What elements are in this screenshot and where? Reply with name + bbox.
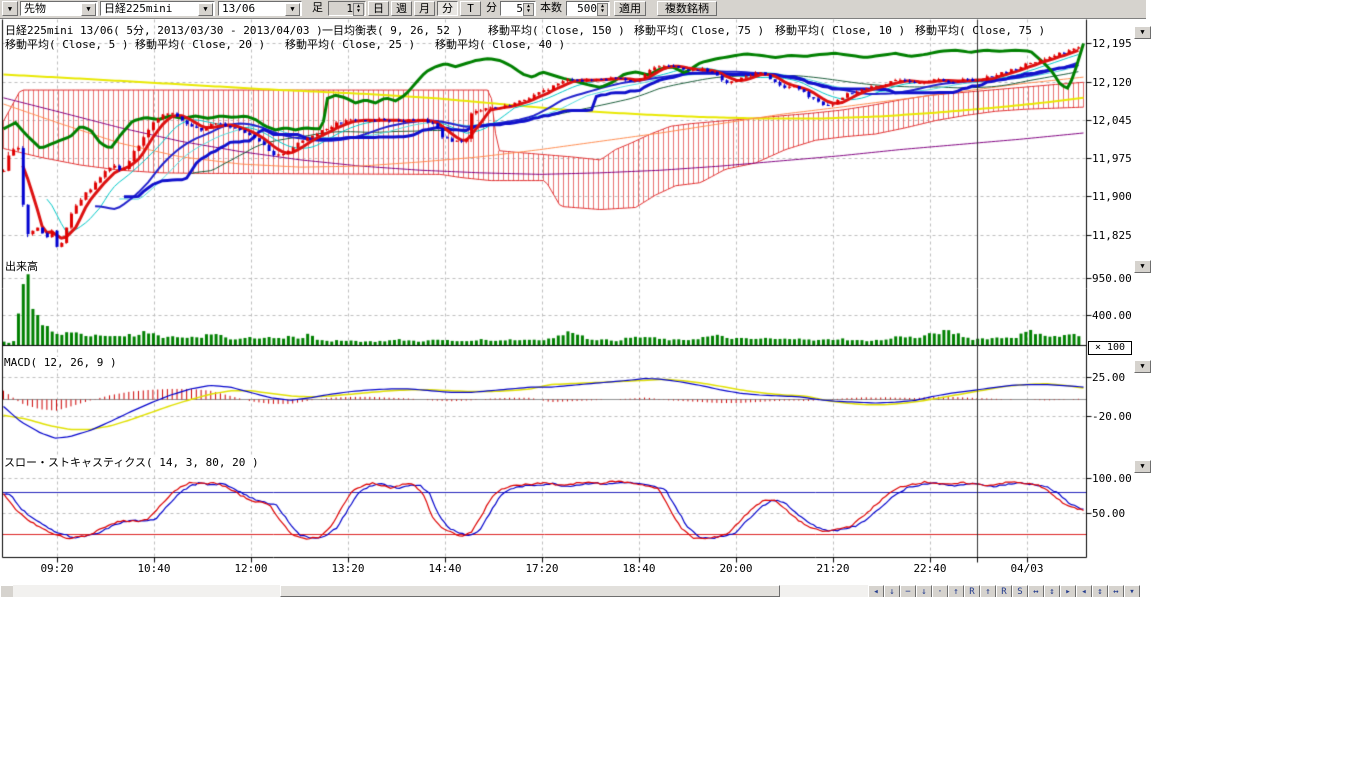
market-select[interactable]: 先物 ▼ (20, 1, 98, 16)
chart-tool-button[interactable]: ↕ (1044, 585, 1060, 597)
price-pane-menu-button[interactable]: ▼ (1134, 26, 1151, 39)
timeframe-month-button[interactable]: 月 (414, 1, 435, 16)
chart-tool-button[interactable]: ◂ (1076, 585, 1092, 597)
time-axis-label: 13:20 (331, 562, 364, 575)
stochastics-pane-label: スロー・ストキャスティクス( 14, 3, 80, 20 ) (4, 457, 259, 469)
chart-tool-button[interactable]: ↔ (1028, 585, 1044, 597)
time-axis-label: 22:40 (913, 562, 946, 575)
chart-tool-button[interactable]: R (964, 585, 980, 597)
market-select-value: 先物 (24, 2, 46, 15)
chart-tool-button[interactable]: S (1012, 585, 1028, 597)
chevron-down-icon[interactable]: ▼ (285, 3, 300, 16)
chart-tool-button[interactable]: ▾ (1124, 585, 1140, 597)
contract-select-value: 13/06 (222, 2, 255, 15)
timeframe-day-button[interactable]: 日 (368, 1, 389, 16)
chart-window: ▼ 先物 ▼ 日経225mini ▼ 13/06 ▼ 足 1 ▲▼ 日 週 月 … (0, 0, 1153, 597)
time-axis-label: 09:20 (40, 562, 73, 575)
indicator-label: 一目均衡表( 9, 26, 52 ) (322, 25, 463, 37)
macd-axis-label: -20.00 (1092, 410, 1132, 423)
indicator-label: 日経225mini 13/06( 5分, 2013/03/30 - 2013/0… (5, 25, 323, 37)
time-axis-label: 10:40 (137, 562, 170, 575)
price-axis-label: 11,975 (1092, 152, 1132, 165)
chart-tool-button[interactable]: · (932, 585, 948, 597)
bottom-scroll-row: ◂↓−↓·↑R↑RS↔↕▸◂↕↔▾ (0, 585, 1153, 597)
chart-tool-button[interactable]: ↕ (1092, 585, 1108, 597)
volume-pane-label: 出来高 (5, 261, 38, 273)
contract-select[interactable]: 13/06 ▼ (218, 1, 302, 16)
symbol-select[interactable]: 日経225mini ▼ (100, 1, 215, 16)
bar-count-label: 本数 (540, 1, 562, 16)
stoch-pane-menu-button[interactable]: ▼ (1134, 460, 1151, 473)
time-axis-label: 14:40 (428, 562, 461, 575)
toolbar-corner-dropdown-icon[interactable]: ▼ (2, 1, 18, 16)
indicator-label: 移動平均( Close, 75 ) (915, 25, 1045, 37)
spinner-icon[interactable]: ▲▼ (353, 3, 364, 16)
toolbar: ▼ 先物 ▼ 日経225mini ▼ 13/06 ▼ 足 1 ▲▼ 日 週 月 … (0, 0, 1146, 19)
time-axis-label: 04/03 (1010, 562, 1043, 575)
indicator-label: 移動平均( Close, 20 ) (135, 39, 265, 51)
apply-button[interactable]: 適用 (614, 1, 646, 16)
indicator-label: 移動平均( Close, 10 ) (775, 25, 905, 37)
bar-interval-stepper[interactable]: 1 ▲▼ (328, 1, 366, 16)
time-axis-label: 12:00 (234, 562, 267, 575)
bar-count-value: 500 (577, 2, 597, 15)
bar-interval-value: 1 (346, 2, 353, 15)
symbol-select-value: 日経225mini (104, 2, 172, 15)
minute-stepper[interactable]: 5 ▲▼ (500, 1, 536, 16)
time-axis-label: 20:00 (719, 562, 752, 575)
timeframe-week-button[interactable]: 週 (391, 1, 412, 16)
price-axis-label: 12,120 (1092, 76, 1132, 89)
volume-pane-menu-button[interactable]: ▼ (1134, 260, 1151, 273)
indicator-label: 移動平均( Close, 25 ) (285, 39, 415, 51)
time-axis-label: 18:40 (622, 562, 655, 575)
indicator-label: 移動平均( Close, 75 ) (634, 25, 764, 37)
chart-tool-button[interactable]: ▸ (1060, 585, 1076, 597)
chart-tool-button[interactable]: ↑ (980, 585, 996, 597)
minute-value: 5 (516, 2, 523, 15)
stoch-axis-label: 100.00 (1092, 472, 1132, 485)
volume-axis-label: 400.00 (1092, 309, 1132, 322)
timeframe-minute-button[interactable]: 分 (437, 1, 458, 16)
chart-tool-button[interactable]: R (996, 585, 1012, 597)
volume-multiplier-box: × 100 (1088, 341, 1132, 355)
macd-pane-menu-button[interactable]: ▼ (1134, 360, 1151, 373)
spinner-icon[interactable]: ▲▼ (597, 3, 608, 16)
chevron-down-icon[interactable]: ▼ (81, 3, 96, 16)
spinner-icon[interactable]: ▲▼ (523, 3, 534, 16)
macd-pane-label: MACD( 12, 26, 9 ) (4, 357, 117, 369)
chevron-down-icon[interactable]: ▼ (198, 3, 213, 16)
timeframe-tick-button[interactable]: T (460, 1, 481, 16)
stoch-axis-label: 50.00 (1092, 507, 1125, 520)
chart-tool-button[interactable]: ↑ (948, 585, 964, 597)
scrollbar-thumb[interactable] (280, 585, 780, 597)
price-axis-label: 11,825 (1092, 229, 1132, 242)
chart-tool-button[interactable]: ◂ (868, 585, 884, 597)
bar-count-stepper[interactable]: 500 ▲▼ (566, 1, 610, 16)
volume-axis-label: 950.00 (1092, 272, 1132, 285)
chart-tool-button[interactable]: ↓ (884, 585, 900, 597)
chart-tool-button[interactable]: − (900, 585, 916, 597)
indicator-label: 移動平均( Close, 40 ) (435, 39, 565, 51)
indicator-label: 移動平均( Close, 5 ) (5, 39, 128, 51)
price-axis-label: 12,045 (1092, 114, 1132, 127)
price-axis-label: 11,900 (1092, 190, 1132, 203)
macd-axis-label: 25.00 (1092, 371, 1125, 384)
indicator-label: 移動平均( Close, 150 ) (488, 25, 625, 37)
multi-symbol-button[interactable]: 複数銘柄 (657, 1, 717, 16)
chart-tool-button[interactable]: ↓ (916, 585, 932, 597)
chart-plot-area[interactable] (0, 18, 1153, 583)
bar-type-label: 足 (312, 1, 323, 16)
minute-label: 分 (486, 1, 497, 16)
time-axis-label: 17:20 (525, 562, 558, 575)
chart-tool-button[interactable]: ↔ (1108, 585, 1124, 597)
price-axis-label: 12,195 (1092, 37, 1132, 50)
time-axis-label: 21:20 (816, 562, 849, 575)
